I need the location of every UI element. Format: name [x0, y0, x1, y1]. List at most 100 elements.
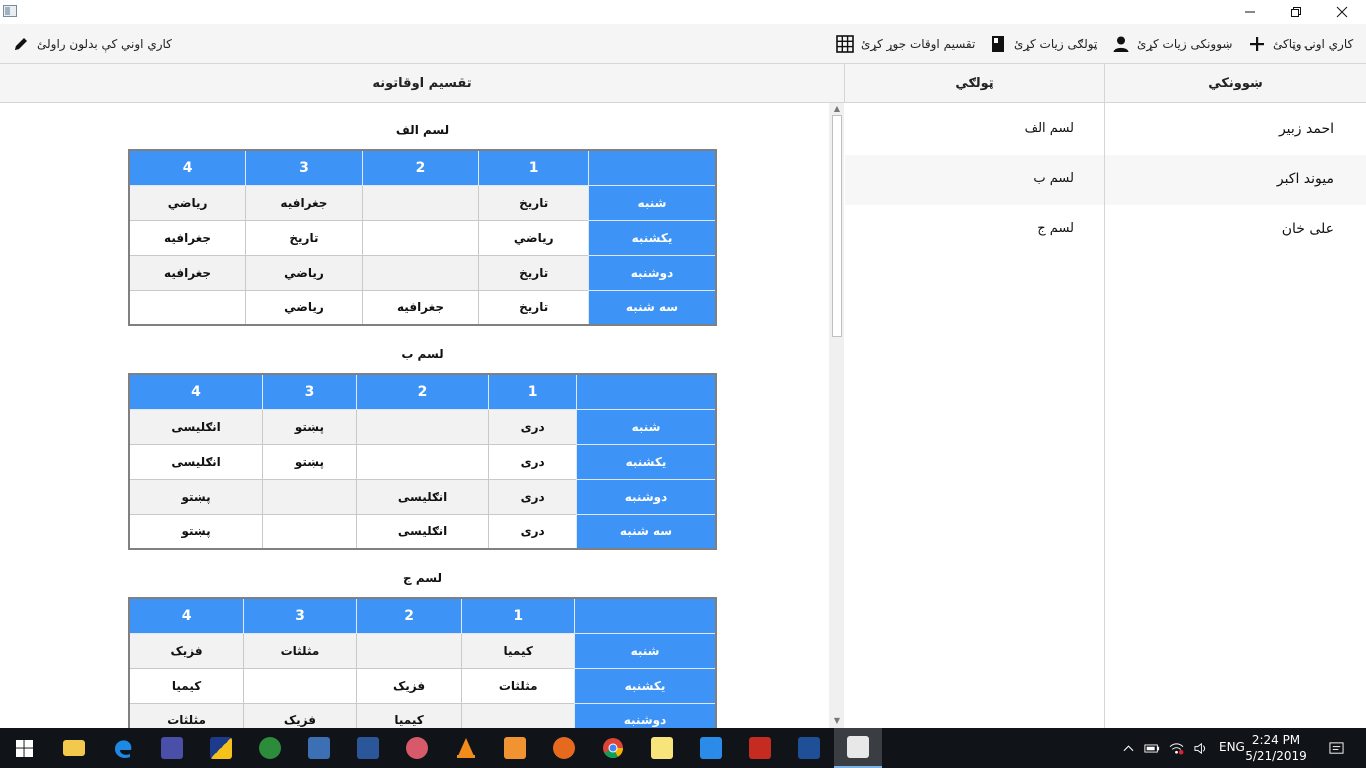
restore-icon	[1291, 7, 1301, 17]
list-item[interactable]: احمد زبیر لسم الف	[845, 105, 1366, 155]
subject-cell[interactable]: پښتو	[262, 408, 357, 445]
edge-taskbar-icon[interactable]	[99, 728, 147, 768]
subject-cell[interactable]	[361, 184, 480, 221]
app-taskbar-icon[interactable]	[246, 728, 294, 768]
subject-cell[interactable]: جغرافیه	[361, 289, 480, 326]
show-hidden-icons[interactable]	[1116, 728, 1140, 768]
subject-cell[interactable]	[355, 408, 490, 445]
close-button[interactable]	[1319, 0, 1365, 24]
subject-cell[interactable]	[262, 478, 357, 515]
firefox-taskbar-icon[interactable]	[540, 728, 588, 768]
sublime-taskbar-icon[interactable]	[491, 728, 539, 768]
clock[interactable]: 2:24 PM 5/21/2019	[1243, 732, 1309, 764]
start-button[interactable]	[0, 728, 48, 768]
subject-cell[interactable]: جغرافیه	[245, 184, 363, 221]
add-workweek-button[interactable]: کاري اونۍ وټاکئ	[1248, 33, 1353, 55]
make-schedule-button[interactable]: تقسیم اوقات جوړ کړئ	[836, 33, 975, 55]
subject-cell[interactable]	[128, 289, 247, 326]
table-row: دوشنبه تاریخ ریاضي جغرافیه	[128, 254, 717, 291]
subject-cell[interactable]: انګلیسی	[128, 443, 264, 480]
class-title: لسم ب	[401, 347, 444, 361]
subject-cell[interactable]: تاريخ	[245, 219, 363, 256]
schedule-column-header: تقسیم اوقاتونه	[0, 64, 845, 103]
subject-cell[interactable]	[355, 632, 463, 669]
subject-cell[interactable]: انګلیسی	[355, 513, 490, 550]
network-icon[interactable]	[1164, 728, 1188, 768]
subject-cell[interactable]: تاریخ	[478, 289, 589, 326]
add-class-button[interactable]: ټولګی زيات کړئ	[989, 33, 1097, 55]
class-title: لسم الف	[395, 123, 450, 137]
subject-cell[interactable]: جغرافیه	[128, 219, 247, 256]
subject-cell[interactable]: تاریخ	[478, 254, 589, 291]
subject-cell[interactable]: دری	[488, 513, 577, 550]
subject-cell[interactable]	[461, 702, 575, 728]
restore-button[interactable]	[1273, 0, 1319, 24]
edit-workweek-button[interactable]: کاري اوني کې بدلون راولئ	[12, 33, 172, 55]
add-teacher-button[interactable]: ښوونکی زيات کړئ	[1112, 33, 1232, 55]
app-taskbar-icon[interactable]	[197, 728, 245, 768]
class-column-header[interactable]: ټولګي	[845, 64, 1105, 103]
teacher-column-header[interactable]: ښوونکي	[1105, 64, 1366, 103]
subject-cell[interactable]: تاریخ	[478, 184, 589, 221]
subject-cell[interactable]: ریاضي	[478, 219, 589, 256]
subject-cell[interactable]: کیمیا	[461, 632, 575, 669]
subject-cell[interactable]: انګلیسی	[355, 478, 490, 515]
scrollbar-thumb[interactable]	[832, 115, 842, 337]
subject-cell[interactable]: پښتو	[128, 478, 264, 515]
subject-cell[interactable]: فزیک	[128, 632, 245, 669]
subject-cell[interactable]	[361, 254, 480, 291]
subject-cell[interactable]: ریاضي	[245, 289, 363, 326]
subject-cell[interactable]	[262, 513, 357, 550]
schedule-table: 1 2 3 4 شنبه دری پښتو انګلیسی یکشنبه دری…	[128, 373, 717, 550]
subject-cell[interactable]: پښتو	[262, 443, 357, 480]
taskbar: ENG 2:24 PM 5/21/2019	[0, 728, 1366, 768]
corner-cell	[587, 149, 717, 186]
subject-cell[interactable]: فزیک	[243, 702, 357, 728]
add-class-label: ټولګی زيات کړئ	[1014, 37, 1098, 51]
teacher-class: لسم ب	[1033, 171, 1074, 186]
subject-cell[interactable]: مثلثات	[461, 667, 575, 704]
subject-cell[interactable]: مثلثات	[128, 702, 245, 728]
file-explorer-taskbar-icon[interactable]	[50, 728, 98, 768]
subject-cell[interactable]: جغرافیه	[128, 254, 247, 291]
battery-icon[interactable]	[1140, 728, 1164, 768]
list-item[interactable]: علی خان لسم ج	[845, 205, 1366, 255]
table-row: یکشنبه مثلثات فزیک کیمیا	[128, 667, 717, 704]
grid-icon	[836, 35, 854, 53]
subject-cell[interactable]	[243, 667, 357, 704]
subject-cell[interactable]: کیمیا	[128, 667, 245, 704]
paint-taskbar-icon[interactable]	[393, 728, 441, 768]
vlc-taskbar-icon[interactable]	[442, 728, 490, 768]
subject-cell[interactable]: پښتو	[128, 513, 264, 550]
subject-cell[interactable]: دری	[488, 408, 577, 445]
app-taskbar-icon[interactable]	[295, 728, 343, 768]
notifications-button[interactable]	[1318, 728, 1354, 768]
minimize-button[interactable]	[1227, 0, 1273, 24]
list-item[interactable]: میوند اکبر لسم ب	[845, 155, 1366, 205]
chrome-taskbar-icon[interactable]	[589, 728, 637, 768]
subject-cell[interactable]: کیمیا	[355, 702, 463, 728]
vscode-taskbar-icon[interactable]	[687, 728, 735, 768]
table-row: شنبه تاریخ جغرافیه ریاضي	[128, 184, 717, 221]
subject-cell[interactable]: دری	[488, 443, 577, 480]
subject-cell[interactable]	[361, 219, 480, 256]
sticky-notes-taskbar-icon[interactable]	[638, 728, 686, 768]
pdf-taskbar-icon[interactable]	[736, 728, 784, 768]
subject-cell[interactable]: دری	[488, 478, 577, 515]
subject-cell[interactable]: ریاضي	[128, 184, 247, 221]
subject-cell[interactable]: مثلثات	[243, 632, 357, 669]
volume-icon[interactable]	[1188, 728, 1212, 768]
java-app-taskbar-icon[interactable]	[834, 728, 882, 768]
scroll-up-icon[interactable]: ▲	[832, 104, 842, 114]
powershell-taskbar-icon[interactable]	[785, 728, 833, 768]
word-taskbar-icon[interactable]	[344, 728, 392, 768]
vertical-scrollbar[interactable]: ▲ ▼	[829, 103, 844, 728]
teacher-list: احمد زبیر لسم الف میوند اکبر لسم ب علی خ…	[845, 103, 1366, 728]
subject-cell[interactable]: انګلیسی	[128, 408, 264, 445]
subject-cell[interactable]: فزیک	[355, 667, 463, 704]
scroll-down-icon[interactable]: ▼	[832, 716, 842, 726]
subject-cell[interactable]	[355, 443, 490, 480]
app-taskbar-icon[interactable]	[148, 728, 196, 768]
subject-cell[interactable]: ریاضي	[245, 254, 363, 291]
language-indicator[interactable]: ENG	[1219, 740, 1245, 754]
